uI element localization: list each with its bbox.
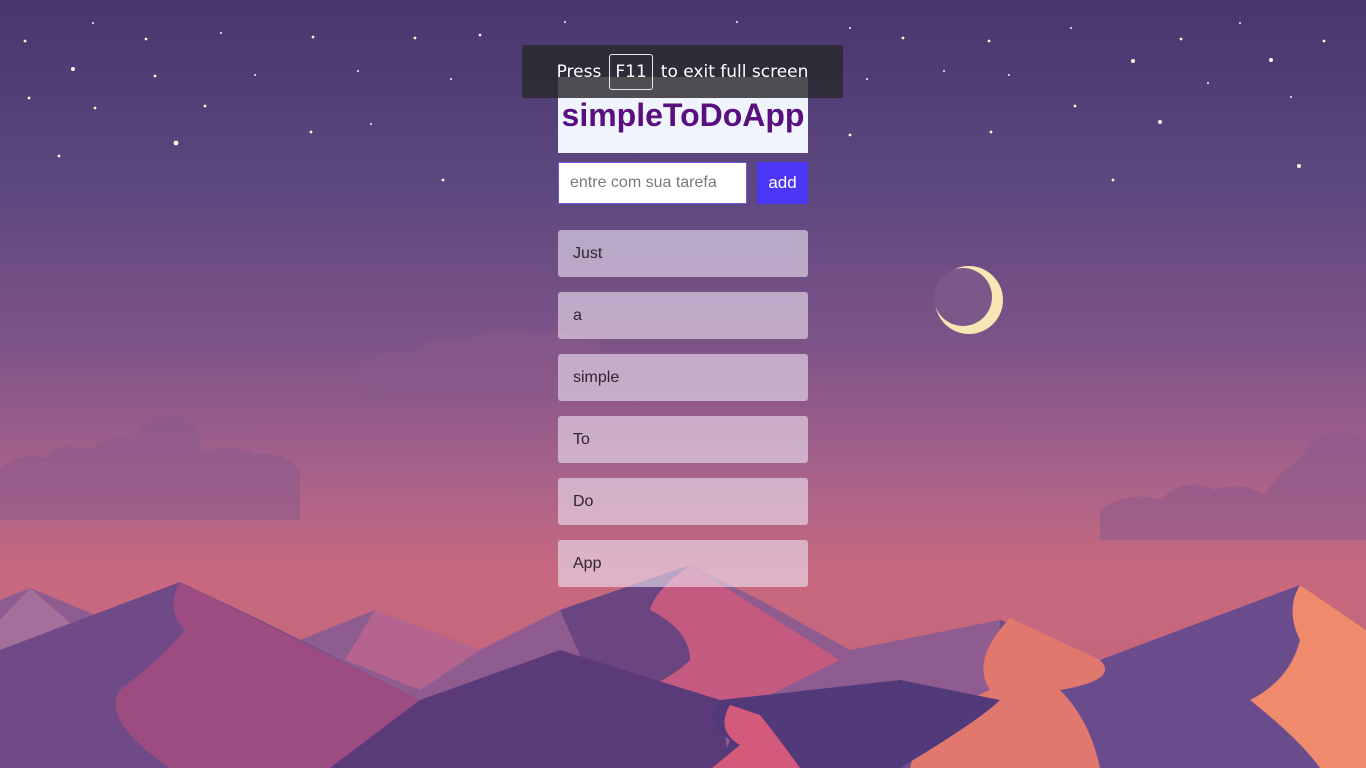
todo-item[interactable]: Do [558,478,808,525]
moon-icon [934,266,1003,334]
add-task-form: add [558,162,808,204]
add-button[interactable]: add [757,162,808,204]
fullscreen-notice-suffix: to exit full screen [660,61,809,82]
fullscreen-notice-prefix: Press [556,61,602,82]
app-title: simpleToDoApp [561,96,805,133]
task-input[interactable] [558,162,747,204]
todo-item[interactable]: simple [558,354,808,401]
todo-item[interactable]: a [558,292,808,339]
todo-item[interactable]: To [558,416,808,463]
todo-list: Just a simple To Do App [558,230,808,587]
todo-item[interactable]: App [558,540,808,587]
f11-key-badge: F11 [609,53,653,90]
todo-item[interactable]: Just [558,230,808,277]
fullscreen-notice: Press F11 to exit full screen [522,45,843,98]
todo-app: simpleToDoApp add Just a simple To Do Ap… [558,77,808,602]
